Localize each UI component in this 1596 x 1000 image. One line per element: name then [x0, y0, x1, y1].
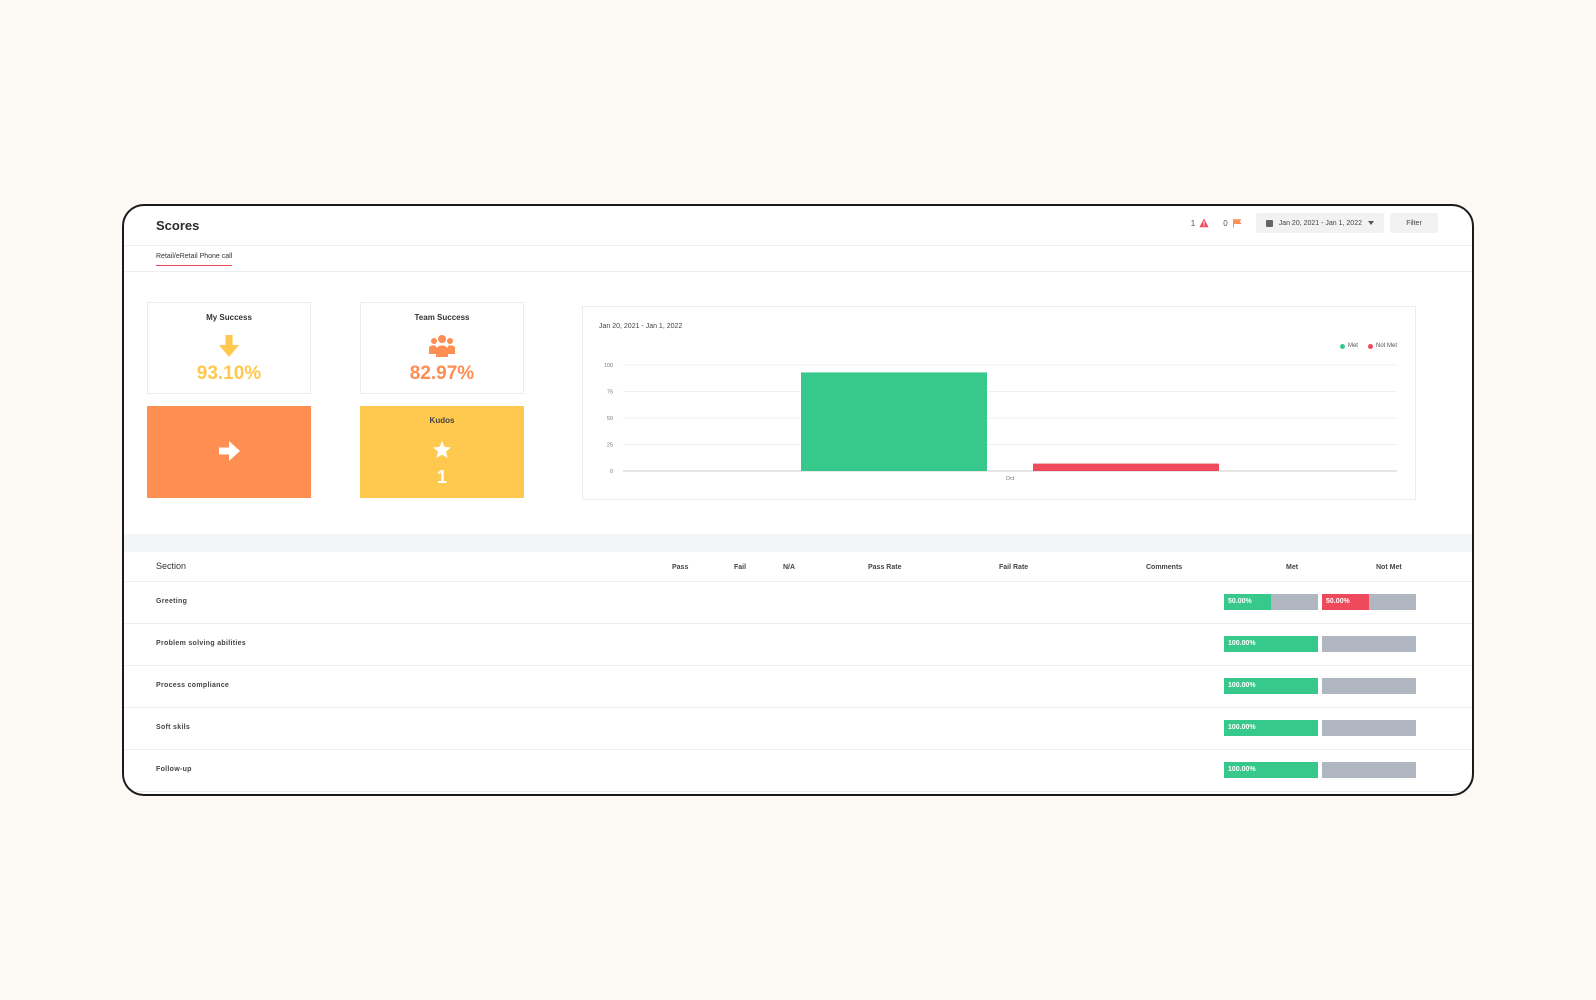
header-actions: 1 0 Jan 20, 2021 - Jan 1, 2022 Filter [1191, 213, 1438, 233]
met-bar: 100.00% [1224, 636, 1318, 652]
alerts-counter[interactable]: 1 [1191, 218, 1209, 228]
row-section-label: Soft skils [156, 724, 191, 731]
arrow-right-icon [219, 441, 240, 461]
page-title: Scores [156, 218, 200, 233]
table-row[interactable]: Soft skils 100.00% [124, 708, 1472, 750]
chart-bar-not-met [1033, 463, 1219, 471]
col-pass-rate[interactable]: Pass Rate [868, 564, 901, 571]
y-tick-label: 0 [610, 469, 613, 475]
tab-bar: Retail/eRetail Phone call [124, 246, 1472, 272]
y-tick-label: 25 [607, 443, 613, 449]
table-row[interactable]: Greeting 50.00% 50.00% [124, 582, 1472, 624]
table-row[interactable]: Problem solving abilities 100.00% [124, 624, 1472, 666]
table-header: Section Pass Fail N/A Pass Rate Fail Rat… [124, 552, 1472, 582]
met-bar: 100.00% [1224, 720, 1318, 736]
met-bar-label: 100.00% [1228, 640, 1256, 647]
not-met-bar [1322, 720, 1416, 736]
col-pass[interactable]: Pass [672, 564, 688, 571]
not-met-bar [1322, 762, 1416, 778]
y-tick-label: 100 [604, 363, 613, 369]
team-success-title: Team Success [414, 313, 470, 322]
calendar-icon [1265, 219, 1273, 227]
col-not-met[interactable]: Not Met [1376, 564, 1402, 571]
alerts-count: 1 [1190, 218, 1196, 228]
col-comments[interactable]: Comments [1146, 564, 1182, 571]
action-tile[interactable] [147, 406, 311, 498]
chevron-down-icon [1368, 221, 1374, 225]
header: Scores 1 0 Jan 20, 2021 - Jan 1, 2022 Fi… [124, 206, 1472, 246]
team-icon [429, 335, 455, 357]
bar-chart: 100 75 50 25 0 Oct [604, 363, 1397, 482]
tab-retail-phone-call[interactable]: Retail/eRetail Phone call [156, 253, 233, 266]
met-bar-label: 100.00% [1228, 724, 1256, 731]
col-met[interactable]: Met [1286, 564, 1298, 571]
met-bar: 50.00% [1224, 594, 1318, 610]
met-bar-label: 100.00% [1228, 766, 1256, 773]
table-row[interactable]: Follow-up 100.00% [124, 750, 1472, 792]
date-range-text: Jan 20, 2021 - Jan 1, 2022 [1278, 219, 1362, 227]
filter-button[interactable]: Filter [1390, 213, 1438, 233]
not-met-bar-label: 50.00% [1326, 598, 1350, 605]
met-bar-label: 100.00% [1228, 682, 1256, 689]
team-success-value: 82.97% [409, 363, 475, 384]
warning-icon [1199, 218, 1209, 228]
col-fail[interactable]: Fail [734, 564, 746, 571]
flags-counter[interactable]: 0 [1223, 218, 1242, 228]
flags-count: 0 [1223, 218, 1228, 228]
kudos-value: 1 [436, 467, 447, 487]
not-met-bar [1322, 636, 1416, 652]
col-na[interactable]: N/A [783, 564, 795, 571]
not-met-bar [1322, 678, 1416, 694]
chart-bar-met [801, 372, 987, 471]
my-success-title: My Success [206, 313, 252, 322]
table-row[interactable]: Process compliance 100.00% [124, 666, 1472, 708]
team-success-card: Team Success 82.97% [360, 302, 524, 394]
date-range-picker[interactable]: Jan 20, 2021 - Jan 1, 2022 [1255, 213, 1384, 233]
y-tick-label: 50 [607, 416, 613, 422]
met-bar-label: 50.00% [1228, 598, 1252, 605]
met-bar: 100.00% [1224, 762, 1318, 778]
y-tick-label: 75 [607, 390, 613, 396]
chart-card: Jan 20, 2021 - Jan 1, 2022 Met Not Met 1… [582, 306, 1416, 500]
my-success-card: My Success 93.10% [147, 302, 311, 394]
row-section-label: Follow-up [156, 766, 192, 773]
star-icon [433, 441, 451, 458]
x-tick-label: Oct [1006, 476, 1015, 482]
section-divider [124, 534, 1472, 552]
row-section-label: Greeting [156, 598, 188, 605]
scores-window: Scores 1 0 Jan 20, 2021 - Jan 1, 2022 Fi… [122, 204, 1474, 796]
kudos-title: Kudos [429, 416, 455, 425]
row-section-label: Problem solving abilities [156, 640, 246, 647]
met-bar: 100.00% [1224, 678, 1318, 694]
col-fail-rate[interactable]: Fail Rate [999, 564, 1028, 571]
col-section: Section [156, 561, 187, 571]
arrow-down-icon [219, 335, 239, 357]
my-success-value: 93.10% [196, 363, 262, 384]
row-section-label: Process compliance [156, 682, 230, 689]
kudos-tile[interactable]: Kudos 1 [360, 406, 524, 498]
flag-icon [1232, 219, 1242, 228]
not-met-bar: 50.00% [1322, 594, 1416, 610]
